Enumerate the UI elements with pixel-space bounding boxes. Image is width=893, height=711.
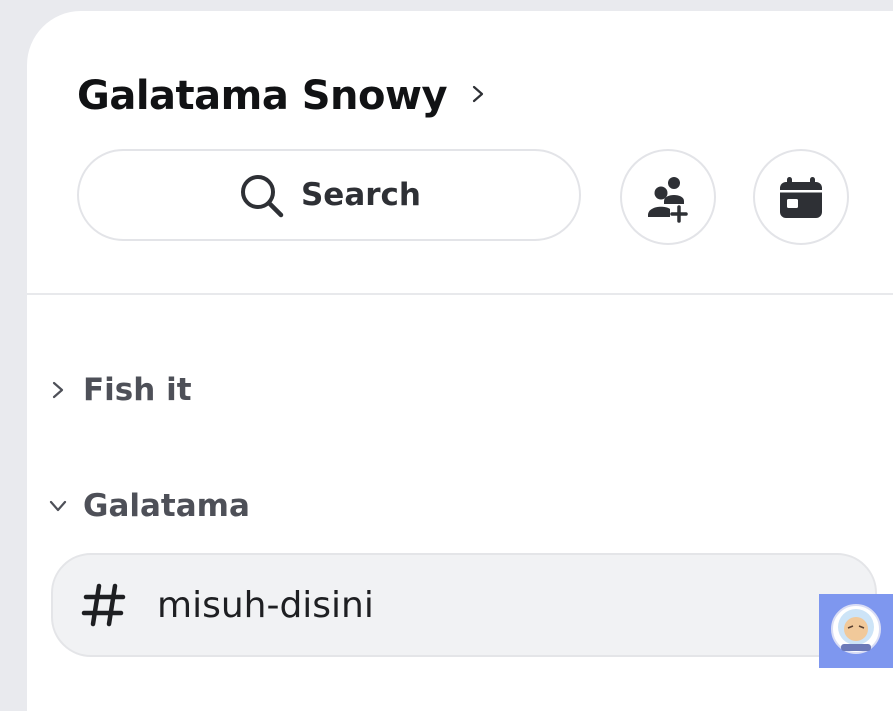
events-button[interactable] bbox=[753, 149, 849, 245]
avatar bbox=[831, 604, 881, 654]
channel-item-misuh-disini[interactable]: misuh-disini bbox=[51, 553, 877, 657]
category-label: Galatama bbox=[83, 488, 250, 524]
category-galatama[interactable]: Galatama bbox=[47, 488, 250, 524]
search-button[interactable]: Search bbox=[77, 149, 581, 241]
server-name: Galatama Snowy bbox=[77, 73, 448, 119]
calendar-icon bbox=[780, 177, 822, 218]
invite-members-button[interactable] bbox=[620, 149, 716, 245]
chevron-right-icon bbox=[472, 85, 484, 103]
header-divider bbox=[27, 293, 893, 295]
avatar-watermark bbox=[819, 594, 893, 668]
channel-sidebar: Galatama Snowy Search Fish it Galatama m… bbox=[27, 11, 893, 711]
hashtag-icon bbox=[81, 583, 126, 627]
add-member-icon bbox=[648, 177, 688, 223]
category-label: Fish it bbox=[83, 372, 192, 408]
category-fish-it[interactable]: Fish it bbox=[47, 372, 192, 408]
search-icon bbox=[240, 175, 284, 218]
server-header[interactable]: Galatama Snowy bbox=[77, 73, 485, 119]
search-label: Search bbox=[300, 177, 421, 213]
channel-label: misuh-disini bbox=[157, 584, 374, 626]
chevron-down-icon bbox=[49, 500, 67, 512]
chevron-right-icon bbox=[52, 381, 64, 399]
